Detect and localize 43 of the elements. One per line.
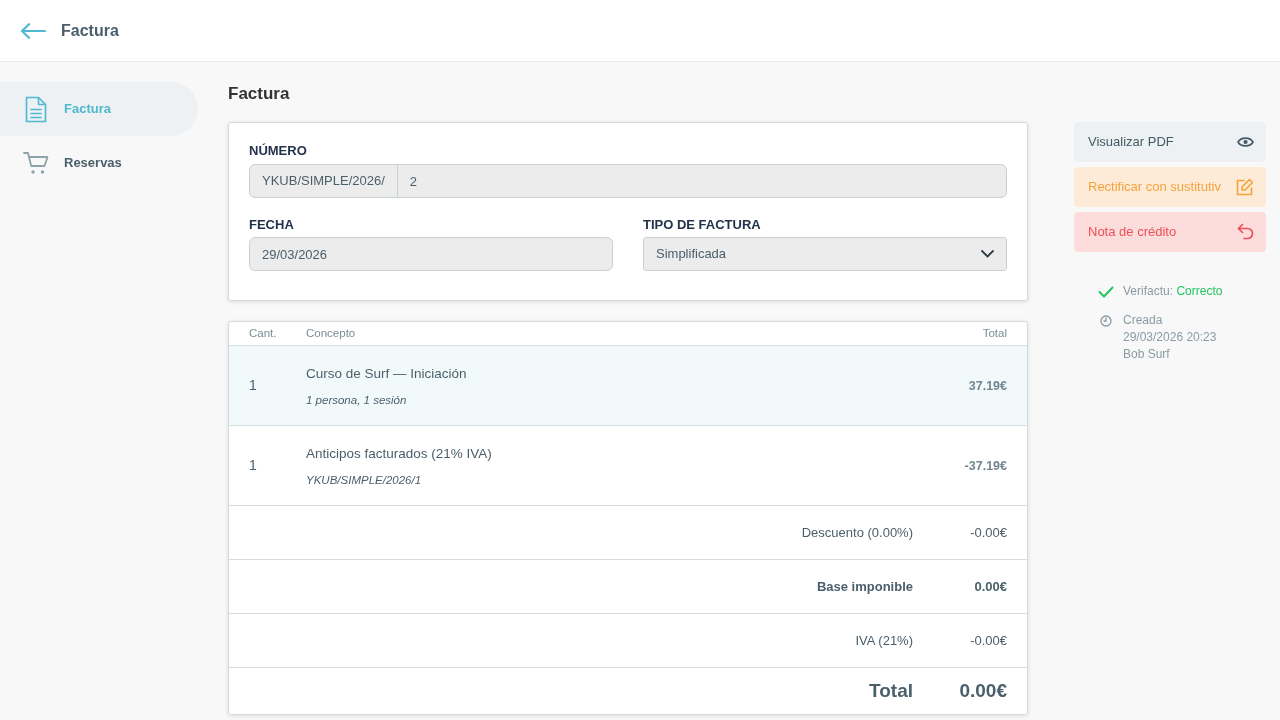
concept-text: Anticipos facturados (21% IVA) <box>306 444 493 463</box>
created-by: Bob Surf <box>1123 346 1171 363</box>
totals-value: 0.00€ <box>974 578 1007 594</box>
line-total: 37.19€ <box>968 378 1007 393</box>
totals-value: -0.00€ <box>970 524 1007 540</box>
totals-label: Descuento (0.00%) <box>801 524 913 540</box>
line-total: -37.19€ <box>964 458 1007 473</box>
eye-icon <box>1237 136 1254 148</box>
back-button[interactable] <box>20 22 46 39</box>
verifactu-status: Verifactu: Correcto <box>1123 283 1223 300</box>
quantity-cell: 1 <box>249 457 257 473</box>
concept-text: Curso de Surf — Iniciación <box>306 364 468 383</box>
field-label: NÚMERO <box>249 143 308 159</box>
invoice-line-row[interactable]: 1 Anticipos facturados (21% IVA) YKUB/SIMPLE/2026/1 -37.19€ <box>229 425 1027 505</box>
invoice-line-row[interactable]: 1 Curso de Surf — Iniciación 1 persona, 1 sesión 37.19€ <box>229 345 1027 425</box>
totals-label: Total <box>869 679 913 701</box>
undo-arrow-icon <box>1237 223 1254 241</box>
sidebar-item[interactable]: Reservas <box>0 136 198 190</box>
field-label: TIPO DE FACTURA <box>643 217 762 233</box>
quantity-cell: 1 <box>249 377 257 393</box>
concept-column-header: Concepto <box>306 325 357 341</box>
field-label: FECHA <box>249 217 295 233</box>
number-prefix: YKUB/SIMPLE/2026/ <box>249 164 398 198</box>
total-column-header: Total <box>981 325 1007 341</box>
totals-value: -0.00€ <box>970 632 1007 648</box>
page-title: Factura <box>228 83 291 105</box>
concept-detail: YKUB/SIMPLE/2026/1 <box>306 472 423 488</box>
created-date: 29/03/2026 20:23 <box>1123 329 1217 346</box>
clock-icon <box>1100 315 1112 327</box>
created-label: Creada <box>1123 312 1164 329</box>
document-icon <box>25 95 47 123</box>
arrow-left-icon <box>20 22 46 39</box>
concept-detail: 1 persona, 1 sesión <box>306 392 408 408</box>
totals-label: Base imponible <box>816 578 913 594</box>
totals-value: 0.00€ <box>959 679 1007 701</box>
chevron-down-icon <box>981 250 994 258</box>
header-title: Factura <box>61 20 119 41</box>
pencil-square-icon <box>1236 178 1254 196</box>
quantity-column-header: Cant. <box>249 325 278 341</box>
totals-label: IVA (21%) <box>855 632 913 648</box>
cart-icon <box>23 151 49 175</box>
check-icon <box>1098 286 1114 298</box>
action-button[interactable]: Visualizar PDF <box>1074 122 1266 162</box>
